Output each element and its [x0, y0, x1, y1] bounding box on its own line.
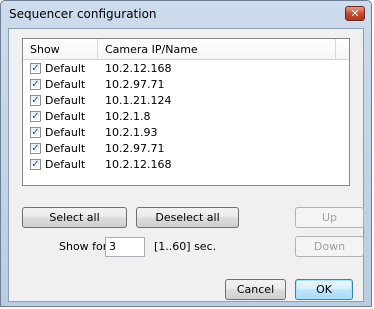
list-item[interactable]: ✓ Default 10.2.12.168 — [23, 157, 349, 173]
checkmark-icon: ✓ — [31, 95, 40, 106]
camera-ip: 10.2.12.168 — [105, 62, 172, 75]
ok-button[interactable]: OK — [295, 279, 353, 300]
camera-list[interactable]: Show Camera IP/Name ✓ Default 10.2.12.168 ✓… — [22, 38, 350, 186]
cancel-button[interactable]: Cancel — [225, 279, 286, 300]
checkmark-icon: ✓ — [31, 63, 40, 74]
checkmark-icon: ✓ — [31, 143, 40, 154]
deselect-all-button[interactable]: Deselect all — [136, 207, 239, 228]
checkmark-icon: ✓ — [31, 111, 40, 122]
camera-ip: 10.2.97.71 — [105, 142, 165, 155]
column-header-camera[interactable]: Camera IP/Name — [105, 43, 198, 56]
title-bar[interactable]: Sequencer configuration ✕ — [1, 1, 371, 29]
camera-ip: 10.2.1.8 — [105, 110, 151, 123]
up-button[interactable]: Up — [295, 207, 364, 228]
list-item[interactable]: ✓ Default 10.1.21.124 — [23, 93, 349, 109]
ok-label: OK — [316, 283, 332, 296]
camera-name: Default — [45, 110, 86, 123]
camera-name: Default — [45, 94, 86, 107]
list-rows: ✓ Default 10.2.12.168 ✓ Default 10.2.97.71 ✓ De… — [23, 61, 349, 173]
column-divider[interactable] — [335, 39, 336, 59]
camera-name: Default — [45, 142, 86, 155]
select-all-button[interactable]: Select all — [22, 207, 127, 228]
camera-name: Default — [45, 62, 86, 75]
camera-ip: 10.2.97.71 — [105, 78, 165, 91]
list-item[interactable]: ✓ Default 10.2.12.168 — [23, 61, 349, 77]
down-label: Down — [313, 240, 346, 253]
show-for-range: [1..60] sec. — [154, 240, 217, 253]
cancel-label: Cancel — [236, 283, 275, 296]
show-checkbox[interactable]: ✓ — [30, 127, 41, 138]
select-all-label: Select all — [49, 211, 100, 224]
show-checkbox[interactable]: ✓ — [30, 95, 41, 106]
list-item[interactable]: ✓ Default 10.2.1.93 — [23, 125, 349, 141]
camera-ip: 10.1.21.124 — [105, 94, 172, 107]
deselect-all-label: Deselect all — [155, 211, 220, 224]
list-item[interactable]: ✓ Default 10.2.97.71 — [23, 141, 349, 157]
checkmark-icon: ✓ — [31, 79, 40, 90]
show-checkbox[interactable]: ✓ — [30, 63, 41, 74]
show-checkbox[interactable]: ✓ — [30, 159, 41, 170]
up-label: Up — [321, 211, 338, 224]
show-checkbox[interactable]: ✓ — [30, 143, 41, 154]
camera-name: Default — [45, 78, 86, 91]
checkmark-icon: ✓ — [31, 159, 40, 170]
camera-name: Default — [45, 126, 86, 139]
camera-ip: 10.2.12.168 — [105, 158, 172, 171]
column-header-show[interactable]: Show — [30, 43, 60, 56]
down-button[interactable]: Down — [295, 236, 364, 257]
checkmark-icon: ✓ — [31, 127, 40, 138]
list-item[interactable]: ✓ Default 10.2.1.8 — [23, 109, 349, 125]
show-for-label: Show for — [59, 240, 108, 253]
show-checkbox[interactable]: ✓ — [30, 111, 41, 122]
sequencer-dialog: Sequencer configuration ✕ Show Camera IP… — [0, 0, 372, 307]
camera-name: Default — [45, 158, 86, 171]
dialog-body: Show Camera IP/Name ✓ Default 10.2.12.168 ✓… — [8, 28, 364, 302]
camera-ip: 10.2.1.93 — [105, 126, 158, 139]
show-for-input[interactable]: 3 — [105, 237, 145, 257]
close-icon: ✕ — [350, 7, 360, 20]
show-checkbox[interactable]: ✓ — [30, 79, 41, 90]
close-button[interactable]: ✕ — [345, 6, 365, 21]
list-header: Show Camera IP/Name — [23, 39, 349, 60]
column-divider[interactable] — [97, 39, 98, 59]
window-title: Sequencer configuration — [9, 7, 157, 21]
list-item[interactable]: ✓ Default 10.2.97.71 — [23, 77, 349, 93]
